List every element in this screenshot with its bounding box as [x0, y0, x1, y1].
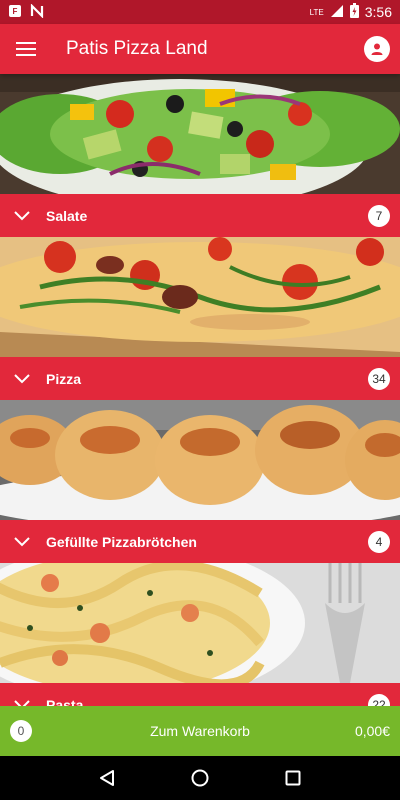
chevron-down-icon	[10, 204, 34, 228]
salad-image	[0, 74, 400, 194]
category-header-salate[interactable]: Salate 7	[0, 194, 400, 237]
chevron-down-icon	[10, 367, 34, 391]
home-circle-icon	[191, 769, 209, 787]
recents-button[interactable]	[273, 758, 313, 798]
home-button[interactable]	[180, 758, 220, 798]
category-count-badge: 7	[368, 204, 390, 227]
n-icon	[30, 2, 44, 21]
pizza-rolls-image	[0, 400, 400, 520]
chevron-down-icon	[10, 693, 34, 706]
menu-button[interactable]	[0, 24, 52, 74]
svg-text:F: F	[13, 7, 18, 16]
category-image-pizzabroetchen[interactable]	[0, 400, 400, 520]
status-bar: F LTE 3:56	[0, 0, 400, 24]
cart-button[interactable]: 0 Zum Warenkorb 0,00€	[0, 706, 400, 756]
cart-label: Zum Warenkorb	[150, 723, 250, 739]
recents-square-icon	[285, 770, 301, 786]
category-header-pizzabroetchen[interactable]: Gefüllte Pizzabrötchen 4	[0, 520, 400, 563]
back-triangle-icon	[99, 770, 114, 786]
category-label: Salate	[46, 207, 88, 224]
category-image-salate[interactable]	[0, 74, 400, 194]
signal-icon	[330, 4, 344, 21]
category-header-pizza[interactable]: Pizza 34	[0, 357, 400, 400]
system-nav-bar	[0, 756, 400, 800]
pasta-image	[0, 563, 400, 683]
category-label: Gefüllte Pizzabrötchen	[46, 533, 197, 550]
chevron-down-icon	[10, 530, 34, 554]
cart-total: 0,00€	[354, 723, 390, 739]
profile-button[interactable]	[364, 36, 390, 62]
pizza-image	[0, 237, 400, 357]
clock: 3:56	[364, 4, 392, 20]
category-label: Pasta	[46, 696, 84, 707]
category-label: Pizza	[46, 370, 82, 387]
battery-icon	[349, 3, 359, 21]
category-image-pasta[interactable]	[0, 563, 400, 683]
category-header-pasta[interactable]: Pasta 22	[0, 683, 400, 706]
back-button[interactable]	[87, 758, 127, 798]
category-count-badge: 22	[368, 693, 390, 706]
notification-icon: F	[8, 4, 22, 21]
app-bar: Patis Pizza Land	[0, 24, 400, 74]
category-list: Salate 7 Pizza 34 Gefüllte Pizzabrötchen…	[0, 74, 400, 706]
app-title: Patis Pizza Land	[66, 38, 208, 59]
network-type: LTE	[309, 7, 324, 17]
user-icon	[371, 43, 383, 55]
category-count-badge: 4	[368, 530, 390, 553]
cart-count-badge: 0	[10, 720, 32, 742]
category-image-pizza[interactable]	[0, 237, 400, 357]
hamburger-icon	[16, 42, 36, 56]
category-count-badge: 34	[368, 367, 390, 390]
